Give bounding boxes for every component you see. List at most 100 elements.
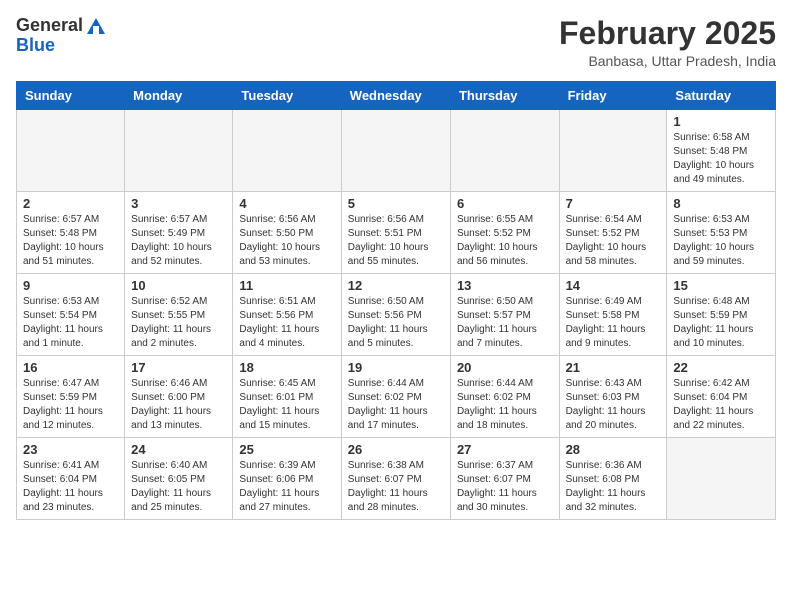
day-info: Sunrise: 6:42 AM Sunset: 6:04 PM Dayligh… — [673, 377, 769, 433]
page-header: General Blue February 2025 Banbasa, Utta… — [16, 16, 776, 69]
weekday-header: Sunday — [17, 82, 125, 110]
day-info: Sunrise: 6:57 AM Sunset: 5:49 PM Dayligh… — [131, 213, 226, 269]
day-number: 9 — [23, 278, 118, 293]
weekday-header: Monday — [125, 82, 233, 110]
calendar-day-cell: 4 Sunrise: 6:56 AM Sunset: 5:50 PM Daylig… — [233, 192, 341, 274]
day-number: 13 — [457, 278, 553, 293]
day-number: 23 — [23, 442, 118, 457]
day-info: Sunrise: 6:38 AM Sunset: 6:07 PM Dayligh… — [348, 459, 444, 515]
calendar-day-cell: 19 Sunrise: 6:44 AM Sunset: 6:02 PM Dayli… — [341, 356, 450, 438]
day-info: Sunrise: 6:48 AM Sunset: 5:59 PM Dayligh… — [673, 295, 769, 351]
day-info: Sunrise: 6:41 AM Sunset: 6:04 PM Dayligh… — [23, 459, 118, 515]
calendar-day-cell: 1 Sunrise: 6:58 AM Sunset: 5:48 PM Daylig… — [667, 110, 776, 192]
day-info: Sunrise: 6:53 AM Sunset: 5:53 PM Dayligh… — [673, 213, 769, 269]
calendar-day-cell: 20 Sunrise: 6:44 AM Sunset: 6:02 PM Dayli… — [450, 356, 559, 438]
calendar-day-cell: 8 Sunrise: 6:53 AM Sunset: 5:53 PM Daylig… — [667, 192, 776, 274]
day-info: Sunrise: 6:44 AM Sunset: 6:02 PM Dayligh… — [348, 377, 444, 433]
calendar-day-cell: 12 Sunrise: 6:50 AM Sunset: 5:56 PM Dayli… — [341, 274, 450, 356]
calendar-day-cell: 28 Sunrise: 6:36 AM Sunset: 6:08 PM Dayli… — [559, 438, 667, 520]
calendar-day-cell: 22Sunrise: 6:42 AM Sunset: 6:04 PM Dayli… — [667, 356, 776, 438]
day-number: 15 — [673, 278, 769, 293]
day-number: 4 — [239, 196, 334, 211]
day-info: Sunrise: 6:47 AM Sunset: 5:59 PM Dayligh… — [23, 377, 118, 433]
logo-general-text: General — [16, 16, 83, 36]
calendar-day-cell: 5Sunrise: 6:56 AM Sunset: 5:51 PM Daylig… — [341, 192, 450, 274]
calendar-day-cell: 14 Sunrise: 6:49 AM Sunset: 5:58 PM Dayli… — [559, 274, 667, 356]
calendar-day-cell — [450, 110, 559, 192]
day-number: 1 — [673, 114, 769, 129]
weekday-header: Saturday — [667, 82, 776, 110]
day-number: 8 — [673, 196, 769, 211]
day-info: Sunrise: 6:50 AM Sunset: 5:56 PM Dayligh… — [348, 295, 444, 351]
day-info: Sunrise: 6:36 AM Sunset: 6:08 PM Dayligh… — [566, 459, 661, 515]
day-number: 20 — [457, 360, 553, 375]
calendar-day-cell: 7 Sunrise: 6:54 AM Sunset: 5:52 PM Daylig… — [559, 192, 667, 274]
day-number: 19 — [348, 360, 444, 375]
logo-icon — [85, 16, 107, 36]
day-info: Sunrise: 6:49 AM Sunset: 5:58 PM Dayligh… — [566, 295, 661, 351]
title-block: February 2025 Banbasa, Uttar Pradesh, In… — [559, 16, 776, 69]
day-number: 14 — [566, 278, 661, 293]
calendar-day-cell — [17, 110, 125, 192]
day-number: 3 — [131, 196, 226, 211]
day-number: 12 — [348, 278, 444, 293]
day-number: 18 — [239, 360, 334, 375]
day-number: 24 — [131, 442, 226, 457]
day-info: Sunrise: 6:45 AM Sunset: 6:01 PM Dayligh… — [239, 377, 334, 433]
calendar-day-cell: 26 Sunrise: 6:38 AM Sunset: 6:07 PM Dayli… — [341, 438, 450, 520]
day-number: 7 — [566, 196, 661, 211]
day-number: 25 — [239, 442, 334, 457]
calendar-day-cell: 25 Sunrise: 6:39 AM Sunset: 6:06 PM Dayli… — [233, 438, 341, 520]
day-number: 6 — [457, 196, 553, 211]
weekday-header: Thursday — [450, 82, 559, 110]
calendar-week-row: 9 Sunrise: 6:53 AM Sunset: 5:54 PM Daylig… — [17, 274, 776, 356]
day-info: Sunrise: 6:53 AM Sunset: 5:54 PM Dayligh… — [23, 295, 118, 351]
calendar-week-row: 16 Sunrise: 6:47 AM Sunset: 5:59 PM Dayli… — [17, 356, 776, 438]
day-number: 11 — [239, 278, 334, 293]
day-info: Sunrise: 6:58 AM Sunset: 5:48 PM Dayligh… — [673, 131, 769, 187]
calendar-day-cell: 16 Sunrise: 6:47 AM Sunset: 5:59 PM Dayli… — [17, 356, 125, 438]
calendar-day-cell: 15 Sunrise: 6:48 AM Sunset: 5:59 PM Dayli… — [667, 274, 776, 356]
calendar-day-cell — [233, 110, 341, 192]
day-number: 21 — [566, 360, 661, 375]
day-number: 5 — [348, 196, 444, 211]
weekday-header: Tuesday — [233, 82, 341, 110]
calendar-day-cell: 10 Sunrise: 6:52 AM Sunset: 5:55 PM Dayli… — [125, 274, 233, 356]
day-info: Sunrise: 6:56 AM Sunset: 5:50 PM Dayligh… — [239, 213, 334, 269]
calendar-day-cell: 21 Sunrise: 6:43 AM Sunset: 6:03 PM Dayli… — [559, 356, 667, 438]
day-info: Sunrise: 6:46 AM Sunset: 6:00 PM Dayligh… — [131, 377, 226, 433]
weekday-header: Wednesday — [341, 82, 450, 110]
day-number: 2 — [23, 196, 118, 211]
weekday-header: Friday — [559, 82, 667, 110]
calendar-day-cell: 18 Sunrise: 6:45 AM Sunset: 6:01 PM Dayli… — [233, 356, 341, 438]
day-number: 16 — [23, 360, 118, 375]
day-info: Sunrise: 6:39 AM Sunset: 6:06 PM Dayligh… — [239, 459, 334, 515]
calendar-day-cell: 11 Sunrise: 6:51 AM Sunset: 5:56 PM Dayli… — [233, 274, 341, 356]
day-info: Sunrise: 6:55 AM Sunset: 5:52 PM Dayligh… — [457, 213, 553, 269]
calendar-day-cell — [559, 110, 667, 192]
calendar-header-row: SundayMondayTuesdayWednesdayThursdayFrid… — [17, 82, 776, 110]
calendar-day-cell: 13 Sunrise: 6:50 AM Sunset: 5:57 PM Dayli… — [450, 274, 559, 356]
calendar-day-cell: 9 Sunrise: 6:53 AM Sunset: 5:54 PM Daylig… — [17, 274, 125, 356]
month-title: February 2025 — [559, 16, 776, 51]
calendar-day-cell — [341, 110, 450, 192]
calendar-day-cell — [667, 438, 776, 520]
day-info: Sunrise: 6:44 AM Sunset: 6:02 PM Dayligh… — [457, 377, 553, 433]
day-number: 26 — [348, 442, 444, 457]
day-info: Sunrise: 6:54 AM Sunset: 5:52 PM Dayligh… — [566, 213, 661, 269]
day-number: 10 — [131, 278, 226, 293]
logo-blue-text: Blue — [16, 36, 55, 56]
calendar-week-row: 2Sunrise: 6:57 AM Sunset: 5:48 PM Daylig… — [17, 192, 776, 274]
day-info: Sunrise: 6:50 AM Sunset: 5:57 PM Dayligh… — [457, 295, 553, 351]
calendar-day-cell: 2Sunrise: 6:57 AM Sunset: 5:48 PM Daylig… — [17, 192, 125, 274]
calendar-day-cell — [125, 110, 233, 192]
day-info: Sunrise: 6:43 AM Sunset: 6:03 PM Dayligh… — [566, 377, 661, 433]
day-number: 28 — [566, 442, 661, 457]
day-info: Sunrise: 6:51 AM Sunset: 5:56 PM Dayligh… — [239, 295, 334, 351]
day-number: 27 — [457, 442, 553, 457]
calendar-day-cell: 23 Sunrise: 6:41 AM Sunset: 6:04 PM Dayli… — [17, 438, 125, 520]
calendar-week-row: 23 Sunrise: 6:41 AM Sunset: 6:04 PM Dayli… — [17, 438, 776, 520]
logo: General Blue — [16, 16, 107, 56]
day-number: 17 — [131, 360, 226, 375]
day-info: Sunrise: 6:52 AM Sunset: 5:55 PM Dayligh… — [131, 295, 226, 351]
